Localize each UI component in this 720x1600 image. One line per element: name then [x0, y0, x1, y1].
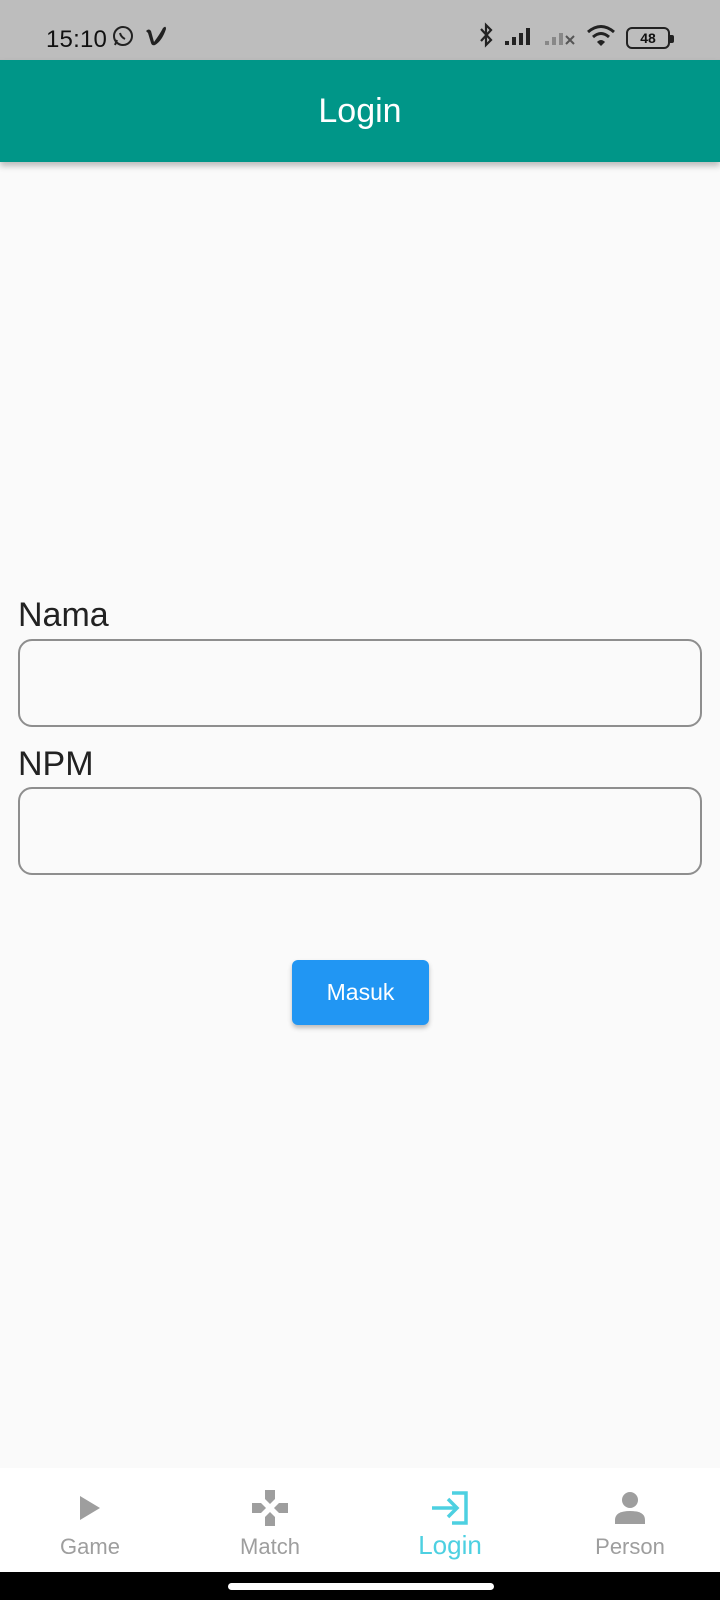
- notification-icons: [112, 25, 168, 52]
- wifi-icon: [586, 23, 616, 52]
- status-bar: 15:10 48: [0, 0, 720, 60]
- nav-label-match: Match: [240, 1534, 300, 1559]
- battery-icon: 48: [626, 26, 674, 49]
- nav-item-person[interactable]: Person: [540, 1468, 720, 1572]
- nav-label-person: Person: [595, 1534, 665, 1559]
- status-time: 15:10: [46, 26, 108, 53]
- submit-button[interactable]: Masuk: [292, 960, 429, 1025]
- signal-off-icon: [544, 24, 576, 51]
- page-title: Login: [318, 91, 402, 130]
- gesture-bar: [0, 1572, 720, 1600]
- play-icon: [76, 1488, 104, 1528]
- battery-level: 48: [640, 29, 656, 46]
- name-input[interactable]: [18, 639, 702, 727]
- person-icon: [613, 1488, 647, 1528]
- gamepad-icon: [250, 1488, 290, 1528]
- whatsapp-icon: [112, 25, 134, 52]
- npm-input[interactable]: [18, 787, 702, 875]
- home-indicator[interactable]: [228, 1583, 494, 1590]
- login-icon: [430, 1488, 470, 1528]
- system-icons: 48: [478, 22, 674, 53]
- bluetooth-icon: [478, 22, 494, 53]
- nav-item-game[interactable]: Game: [0, 1468, 180, 1572]
- nav-label-login: Login: [418, 1530, 482, 1560]
- name-label: Nama: [18, 596, 109, 634]
- bottom-nav: Game Match Login Person: [0, 1468, 720, 1572]
- nav-label-game: Game: [60, 1534, 120, 1559]
- nav-item-login[interactable]: Login: [360, 1468, 540, 1572]
- app-bar: Login: [0, 60, 720, 162]
- signal-icon: [504, 24, 534, 51]
- vimeo-icon: [144, 25, 168, 52]
- npm-label: NPM: [18, 745, 94, 783]
- nav-item-match[interactable]: Match: [180, 1468, 360, 1572]
